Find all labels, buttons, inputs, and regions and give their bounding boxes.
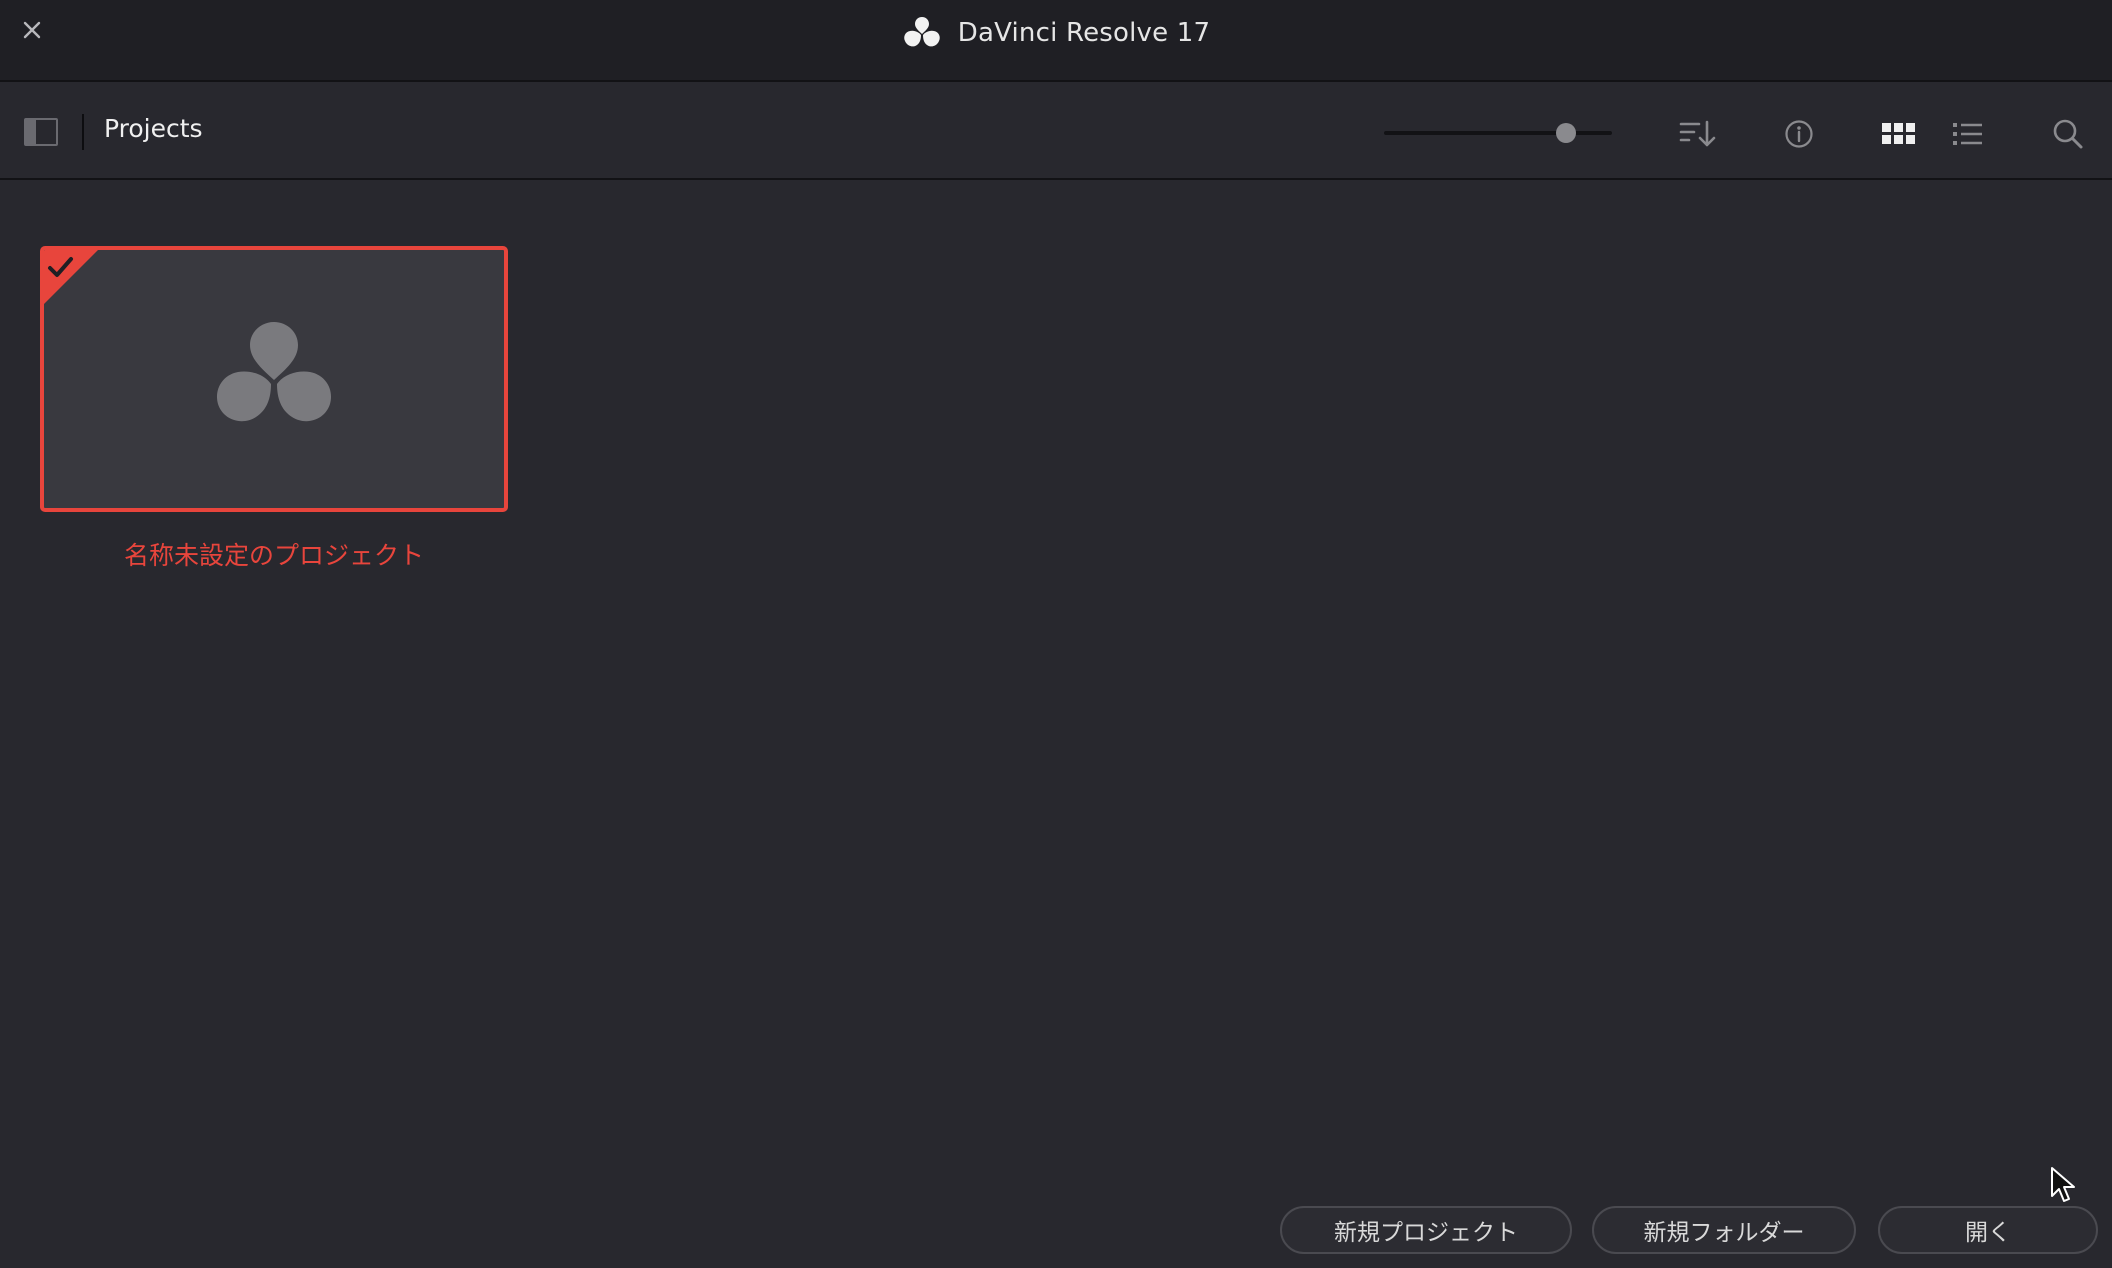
list-view-button[interactable] [1948,114,1988,154]
open-button[interactable]: 開く [1878,1206,2098,1254]
toolbar-divider [82,114,84,150]
new-folder-button[interactable]: 新規フォルダー [1592,1206,1856,1254]
davinci-logo-icon [903,17,940,47]
search-icon [2053,119,2083,149]
project-name[interactable]: 名称未設定のプロジェクト [40,536,508,572]
sort-button[interactable] [1678,114,1718,154]
slider-handle[interactable] [1556,123,1577,143]
sort-icon [1679,120,1716,147]
bottom-action-bar: 新規プロジェクト 新規フォルダー 開く [0,1190,2112,1268]
project-grid: 名称未設定のプロジェクト [0,182,2112,1168]
grid-view-button[interactable] [1879,114,1919,154]
project-card[interactable]: 名称未設定のプロジェクト [40,246,508,584]
info-icon [1785,120,1813,148]
project-thumbnail[interactable] [40,246,508,512]
toolbar-title: Projects [104,114,203,143]
window-title: DaVinci Resolve 17 [957,18,1211,48]
davinci-logo-icon [216,322,332,422]
thumbnail-size-slider[interactable] [1384,123,1612,143]
project-toolbar: Projects [0,84,2112,180]
new-project-button[interactable]: 新規プロジェクト [1280,1206,1572,1254]
selected-check-icon [44,250,98,304]
mouse-cursor-icon [2051,1167,2075,1202]
list-view-icon [1953,123,1982,145]
window-title-group: DaVinci Resolve 17 [0,0,2112,66]
search-button[interactable] [2048,114,2088,154]
title-bar: DaVinci Resolve 17 [0,0,2112,82]
grid-view-icon [1882,123,1915,144]
sidebar-toggle-icon[interactable] [24,118,58,146]
info-button[interactable] [1779,114,1819,154]
